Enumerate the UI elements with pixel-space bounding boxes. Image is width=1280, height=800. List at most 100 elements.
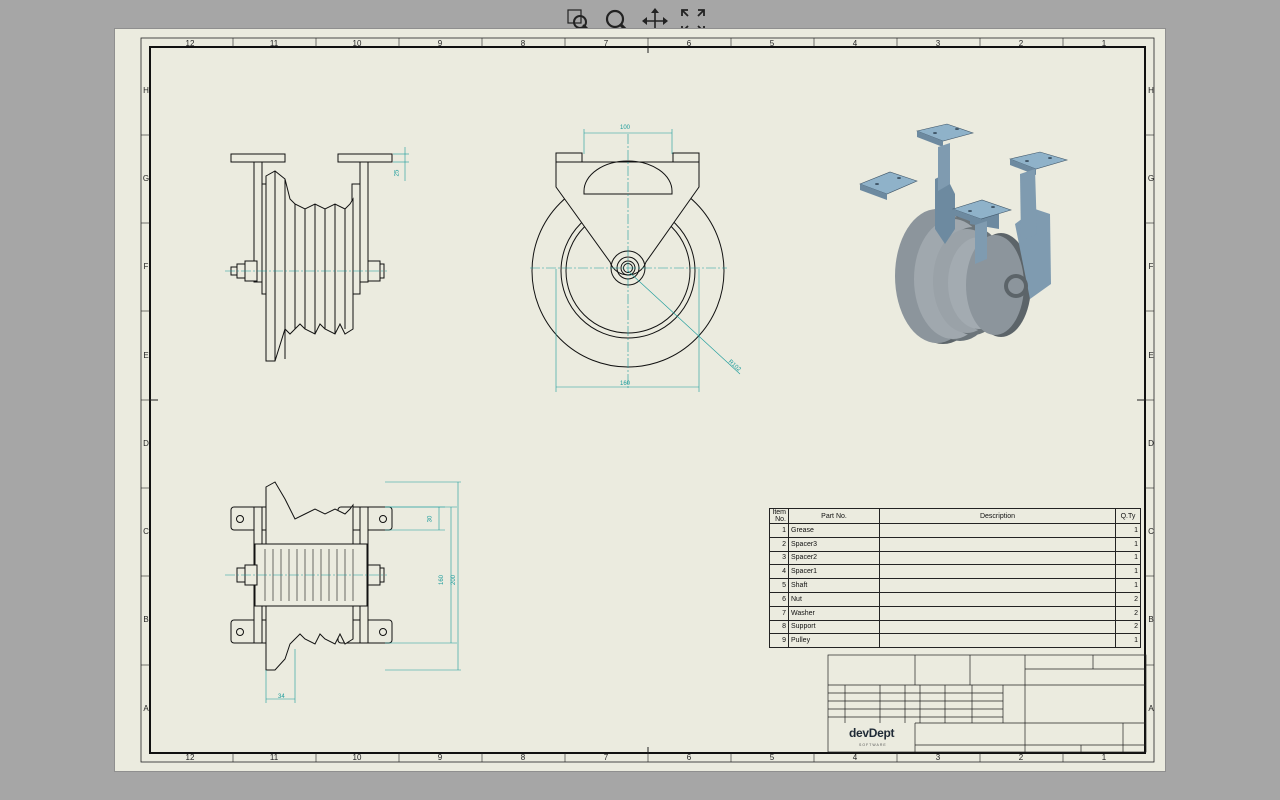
zone-row-left: B (143, 615, 149, 624)
bom-item: 2 (769, 536, 789, 552)
bom-qty: 2 (1115, 619, 1141, 635)
company-logo: devDept SOFTWARE (849, 726, 919, 750)
bom-qty: 1 (1115, 564, 1141, 580)
drawing-sheet[interactable]: 12 11 10 9 8 7 6 5 4 3 2 1 12 11 10 9 8 … (115, 29, 1165, 771)
zone-col-bottom: 12 (185, 753, 195, 762)
bom-item: 4 (769, 564, 789, 580)
zone-row-right: H (1148, 86, 1154, 95)
bom-qty: 2 (1115, 591, 1141, 607)
bom-desc (879, 619, 1116, 635)
zone-col-bottom: 1 (1101, 753, 1107, 762)
bom-item: 1 (769, 523, 789, 538)
bom-part: Spacer3 (788, 536, 880, 552)
bom-qty: 1 (1115, 578, 1141, 593)
bom-desc (879, 605, 1116, 621)
bom-part: Shaft (788, 578, 880, 593)
bom-desc (879, 578, 1116, 593)
zone-col-bottom: 3 (935, 753, 941, 762)
bom-header-qty: Q.Ty (1115, 508, 1141, 524)
bom-item: 6 (769, 591, 789, 607)
zone-row-right: B (1148, 615, 1154, 624)
zone-row-right: G (1147, 174, 1155, 183)
zone-row-left: G (142, 174, 150, 183)
bom-header-desc: Description (879, 508, 1116, 524)
bom-part: Grease (788, 523, 880, 538)
bom-row: 6 Nut 2 (769, 591, 1141, 607)
zone-col-bottom: 6 (686, 753, 692, 762)
zone-col-bottom: 8 (520, 753, 526, 762)
zone-col-bottom: 9 (437, 753, 443, 762)
bom-part: Washer (788, 605, 880, 621)
top-view (225, 481, 461, 703)
zone-row-left: F (143, 262, 149, 271)
bom-desc (879, 591, 1116, 607)
zone-col-top: 2 (1018, 39, 1024, 48)
bom-qty: 1 (1115, 633, 1141, 649)
bom-desc (879, 550, 1116, 566)
zone-col-top: 7 (603, 39, 609, 48)
zone-col-bottom: 11 (269, 753, 279, 762)
zone-col-top: 6 (686, 39, 692, 48)
bom-desc (879, 633, 1116, 649)
bom-part: Pulley (788, 633, 880, 649)
bom-item: 7 (769, 605, 789, 621)
bill-of-materials: Item No. Part No. Description Q.Ty 1 Grea… (769, 508, 1141, 649)
bom-row: 8 Support 2 (769, 619, 1141, 635)
zone-col-top: 4 (852, 39, 858, 48)
bom-qty: 1 (1115, 536, 1141, 552)
front-view (530, 129, 741, 392)
bom-row: 9 Pulley 1 (769, 633, 1141, 649)
dim-top-bottom: 34 (278, 694, 285, 700)
bom-row: 3 Spacer2 1 (769, 550, 1141, 566)
dim-top-mid: 160 (439, 574, 446, 586)
bom-header-part: Part No. (788, 508, 880, 524)
zone-row-left: A (143, 704, 149, 713)
logo-tagline: SOFTWARE (859, 743, 887, 747)
side-view (225, 147, 409, 362)
title-block: devDept SOFTWARE (828, 655, 1146, 752)
zone-row-left: E (143, 351, 149, 360)
zone-col-bottom: 7 (603, 753, 609, 762)
isometric-view (859, 123, 1069, 344)
zone-col-top: 5 (769, 39, 775, 48)
bom-qty: 1 (1115, 550, 1141, 566)
zone-col-top: 3 (935, 39, 941, 48)
bom-header-item: Item No. (769, 508, 789, 524)
zone-col-bottom: 4 (852, 753, 858, 762)
zone-row-left: D (143, 439, 149, 448)
zone-col-top: 12 (185, 39, 195, 48)
zone-col-top: 8 (520, 39, 526, 48)
dim-side-top: 25 (394, 169, 401, 177)
zone-row-left: H (143, 86, 149, 95)
bom-item: 9 (769, 633, 789, 649)
bom-part: Spacer1 (788, 564, 880, 580)
dim-top-large: 200 (451, 574, 458, 586)
logo-name: devDept (849, 726, 895, 740)
bom-item: 5 (769, 578, 789, 593)
bom-row: 7 Washer 2 (769, 605, 1141, 621)
bom-part: Support (788, 619, 880, 635)
bom-part: Spacer2 (788, 550, 880, 566)
bom-row: 2 Spacer3 1 (769, 536, 1141, 552)
zone-row-right: D (1148, 439, 1154, 448)
bom-row: 5 Shaft 1 (769, 578, 1141, 593)
bom-desc (879, 564, 1116, 580)
zone-row-right: F (1148, 262, 1154, 271)
bom-item: 3 (769, 550, 789, 566)
zone-row-right: C (1148, 527, 1154, 536)
zone-col-top: 1 (1101, 39, 1107, 48)
bom-qty: 2 (1115, 605, 1141, 621)
zone-row-left: C (143, 527, 149, 536)
bom-row: 1 Grease 1 (769, 523, 1141, 538)
zone-col-top: 11 (269, 39, 279, 48)
dim-front-bottom: 160 (620, 381, 631, 387)
bom-qty: 1 (1115, 523, 1141, 538)
zone-col-top: 9 (437, 39, 443, 48)
bom-desc (879, 536, 1116, 552)
bom-part: Nut (788, 591, 880, 607)
zone-col-bottom: 2 (1018, 753, 1024, 762)
bom-item: 8 (769, 619, 789, 635)
zone-row-right: E (1148, 351, 1154, 360)
bom-desc (879, 523, 1116, 538)
zone-col-bottom: 5 (769, 753, 775, 762)
